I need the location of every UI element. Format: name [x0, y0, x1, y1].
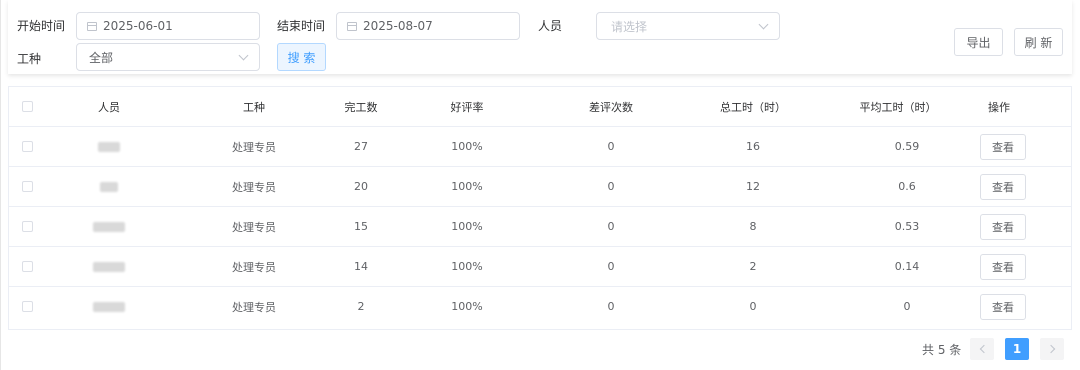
completed-cell: 20 — [354, 180, 368, 193]
end-date-picker[interactable]: 2025-08-07 — [336, 12, 520, 40]
chevron-left-icon — [979, 344, 988, 354]
worktype-select[interactable]: 全部 — [76, 43, 260, 71]
bad-count-cell: 0 — [607, 300, 615, 313]
good-rate-cell: 100% — [451, 300, 483, 313]
person-name-blurred — [100, 181, 118, 192]
worktype-label: 工种 — [17, 52, 42, 66]
export-button[interactable]: 导出 — [954, 28, 1003, 56]
worktype-cell: 处理专员 — [232, 140, 276, 154]
calendar-icon — [347, 21, 357, 31]
person-name-blurred — [93, 261, 125, 272]
total-hours-cell: 12 — [746, 180, 760, 193]
end-time-label: 结束时间 — [277, 19, 326, 33]
bad-count-cell: 0 — [607, 220, 615, 233]
person-name-blurred — [98, 141, 120, 152]
header-avg-hours: 平均工时（时） — [859, 100, 937, 114]
view-button[interactable]: 查看 — [980, 173, 1026, 200]
header-bad-count: 差评次数 — [589, 100, 633, 114]
start-date-picker[interactable]: 2025-06-01 — [76, 12, 260, 40]
completed-cell: 14 — [354, 260, 368, 273]
person-name-blurred — [93, 301, 125, 312]
header-action: 操作 — [988, 100, 1010, 114]
person-select[interactable]: 请选择 — [596, 12, 780, 40]
data-table: 人员 工种 完工数 好评率 差评次数 总工时（时） 平均工时（时） 操作 处理专… — [8, 86, 1072, 330]
table-header-row: 人员 工种 完工数 好评率 差评次数 总工时（时） 平均工时（时） 操作 — [9, 87, 1071, 127]
select-all-checkbox[interactable] — [21, 101, 33, 112]
worktype-cell: 处理专员 — [232, 220, 276, 234]
header-worktype: 工种 — [243, 100, 265, 114]
row-checkbox[interactable] — [21, 141, 33, 152]
bad-count-cell: 0 — [607, 140, 615, 153]
header-total-hours: 总工时（时） — [720, 100, 786, 114]
chevron-right-icon — [1046, 344, 1055, 354]
view-button[interactable]: 查看 — [980, 253, 1026, 280]
end-date-value: 2025-08-07 — [363, 19, 433, 33]
page-1-button[interactable]: 1 — [1005, 338, 1029, 360]
good-rate-cell: 100% — [451, 220, 483, 233]
good-rate-cell: 100% — [451, 260, 483, 273]
header-good-rate: 好评率 — [450, 100, 484, 114]
worktype-cell: 处理专员 — [232, 300, 276, 314]
table-row: 处理专员 20 100% 0 12 0.6 查看 — [9, 167, 1071, 207]
row-checkbox[interactable] — [21, 181, 33, 192]
row-checkbox[interactable] — [21, 261, 33, 272]
page-left-border — [0, 0, 1, 370]
table-row: 处理专员 14 100% 0 2 0.14 查看 — [9, 247, 1071, 287]
total-hours-cell: 2 — [749, 260, 757, 273]
worktype-cell: 处理专员 — [232, 180, 276, 194]
table-row: 处理专员 2 100% 0 0 0 查看 — [9, 287, 1071, 327]
worktype-cell: 处理专员 — [232, 260, 276, 274]
next-page-button[interactable] — [1040, 338, 1064, 360]
row-checkbox[interactable] — [21, 301, 33, 312]
prev-page-button[interactable] — [970, 338, 994, 360]
avg-hours-cell: 0.53 — [894, 220, 920, 233]
avg-hours-cell: 0 — [903, 300, 911, 313]
total-hours-cell: 16 — [746, 140, 760, 153]
header-person: 人员 — [98, 100, 120, 114]
avg-hours-cell: 0.59 — [894, 140, 920, 153]
good-rate-cell: 100% — [451, 180, 483, 193]
refresh-button[interactable]: 刷 新 — [1014, 28, 1063, 56]
chevron-down-icon — [238, 50, 249, 61]
view-button[interactable]: 查看 — [980, 133, 1026, 160]
person-label: 人员 — [538, 19, 563, 33]
total-hours-cell: 0 — [749, 300, 757, 313]
person-name-blurred — [93, 221, 125, 232]
good-rate-cell: 100% — [451, 140, 483, 153]
search-button[interactable]: 搜 索 — [277, 43, 326, 71]
total-hours-cell: 8 — [749, 220, 757, 233]
table-row: 处理专员 27 100% 0 16 0.59 查看 — [9, 127, 1071, 167]
header-completed: 完工数 — [344, 100, 378, 114]
avg-hours-cell: 0.14 — [894, 260, 920, 273]
completed-cell: 2 — [357, 300, 365, 313]
pagination-total: 共 5 条 — [922, 342, 962, 357]
worktype-value: 全部 — [89, 50, 114, 65]
table-row: 处理专员 15 100% 0 8 0.53 查看 — [9, 207, 1071, 247]
person-placeholder: 请选择 — [611, 19, 648, 34]
bad-count-cell: 0 — [607, 260, 615, 273]
chevron-down-icon — [758, 19, 769, 30]
view-button[interactable]: 查看 — [980, 213, 1026, 240]
avg-hours-cell: 0.6 — [898, 180, 916, 193]
start-time-label: 开始时间 — [17, 19, 66, 33]
completed-cell: 27 — [354, 140, 368, 153]
bad-count-cell: 0 — [607, 180, 615, 193]
view-button[interactable]: 查看 — [980, 293, 1026, 320]
start-date-value: 2025-06-01 — [103, 19, 173, 33]
row-checkbox[interactable] — [21, 221, 33, 232]
completed-cell: 15 — [354, 220, 368, 233]
calendar-icon — [87, 21, 97, 31]
